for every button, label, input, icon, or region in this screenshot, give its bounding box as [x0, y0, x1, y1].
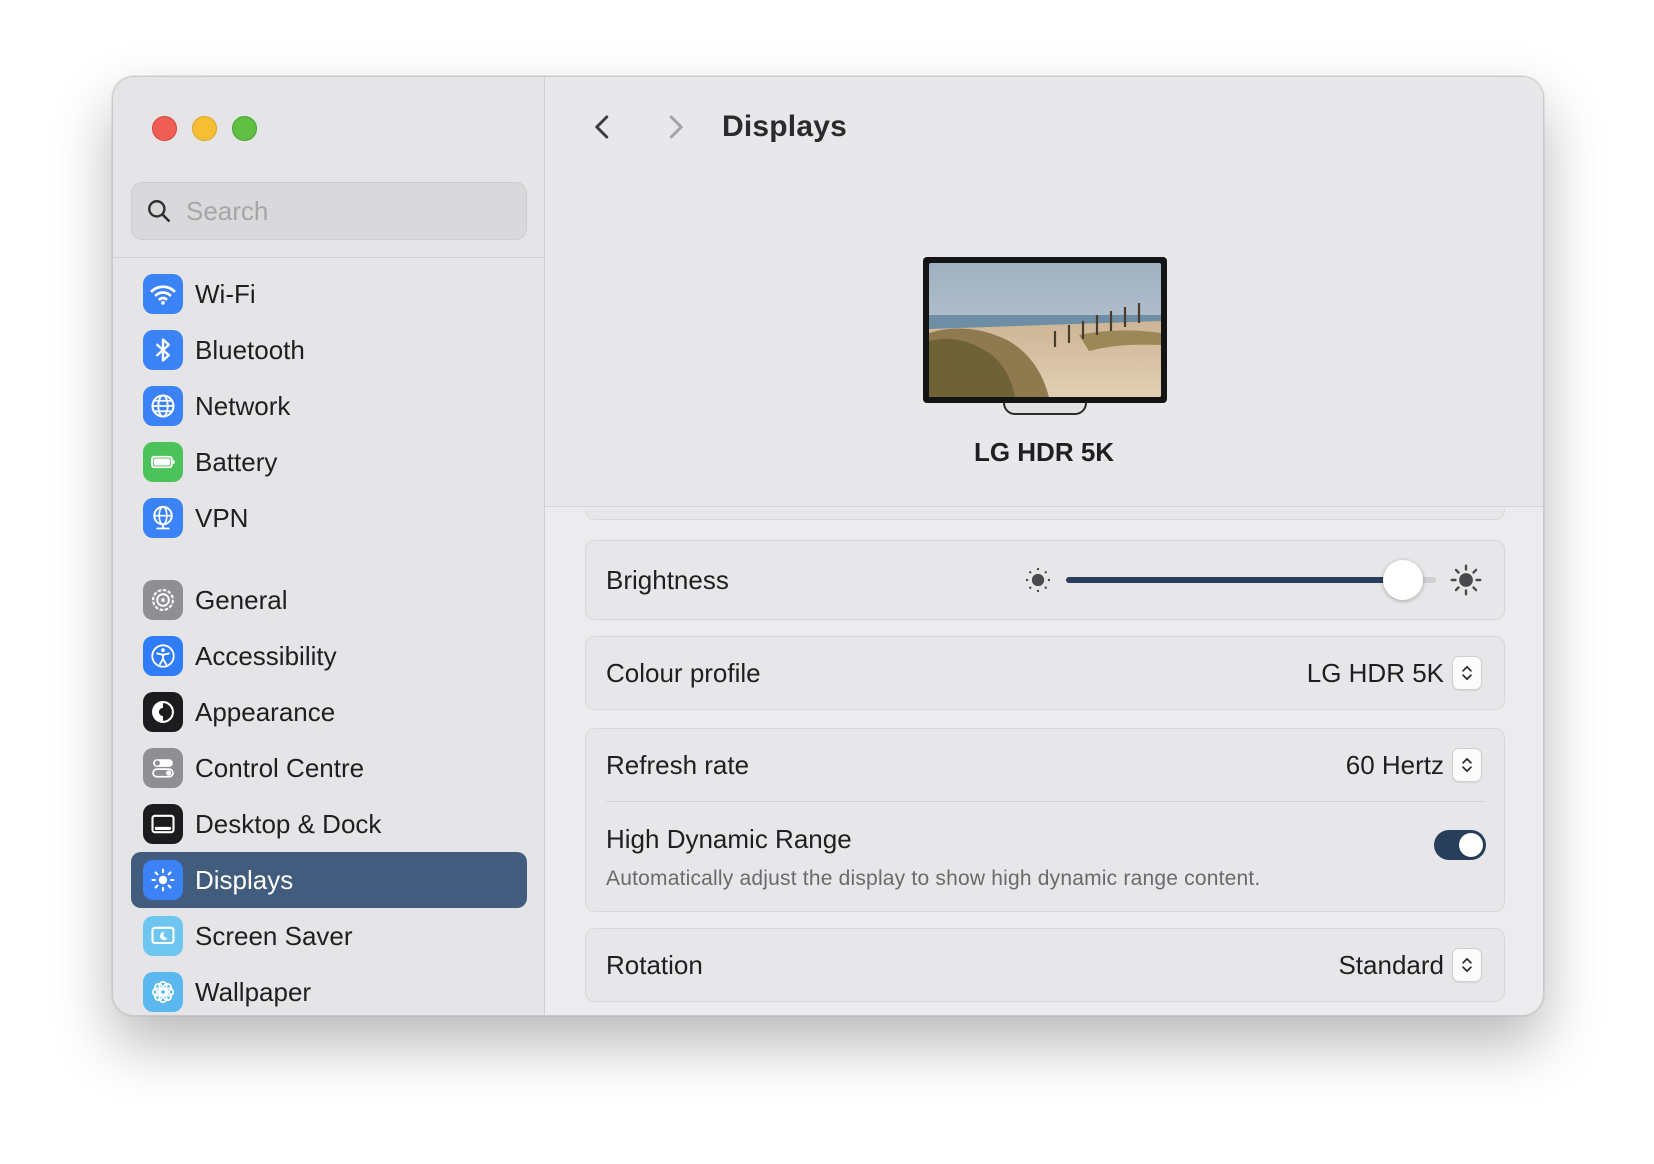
sidebar: Wi-Fi Bluetooth Network Battery — [113, 77, 545, 1015]
sidebar-item-general[interactable]: General — [131, 572, 527, 628]
back-button[interactable] — [587, 111, 619, 143]
close-window-button[interactable] — [152, 116, 177, 141]
sidebar-item-appearance[interactable]: Appearance — [131, 684, 527, 740]
sidebar-item-label: Desktop & Dock — [195, 808, 382, 839]
gear-icon — [143, 580, 183, 620]
displays-header: Displays LG HDR 5K — [545, 77, 1543, 507]
chevron-left-icon — [595, 115, 609, 139]
globe-icon — [143, 386, 183, 426]
refresh-rate-value: 60 Hertz — [1345, 749, 1444, 780]
search-icon — [148, 200, 171, 223]
colour-profile-label: Colour profile — [606, 657, 761, 688]
sun-icon — [143, 860, 183, 900]
brightness-card: Brightness — [585, 540, 1505, 620]
sidebar-item-label: Battery — [195, 446, 278, 477]
chevron-right-icon — [669, 115, 683, 139]
sidebar-item-label: Wi-Fi — [195, 278, 256, 309]
refresh-hdr-card: Refresh rate 60 Hertz High Dynamic Range… — [585, 728, 1505, 912]
toggles-icon — [143, 748, 183, 788]
hdr-row: High Dynamic Range Automatically adjust … — [586, 802, 1504, 911]
sidebar-item-label: Wallpaper — [195, 976, 312, 1007]
rotation-label: Rotation — [606, 949, 703, 980]
bluetooth-icon — [143, 330, 183, 370]
sidebar-item-wifi[interactable]: Wi-Fi — [131, 266, 527, 322]
sun-dim-icon — [1025, 567, 1051, 593]
flower-icon — [143, 972, 183, 1012]
settings-list[interactable]: Brightness Colour profile LG HDR 5K Refr… — [545, 508, 1543, 1015]
zoom-window-button[interactable] — [232, 116, 257, 141]
rotation-popup[interactable]: Standard — [1338, 948, 1482, 982]
sidebar-item-label: Displays — [195, 864, 294, 895]
minimize-window-button[interactable] — [192, 116, 217, 141]
rotation-value: Standard — [1338, 949, 1444, 980]
sidebar-item-label: Screen Saver — [195, 920, 353, 951]
colour-profile-popup[interactable]: LG HDR 5K — [1307, 656, 1482, 690]
wallpaper-preview — [929, 263, 1161, 397]
toggle-knob — [1459, 833, 1483, 857]
wifi-icon — [143, 274, 183, 314]
sidebar-nav: Wi-Fi Bluetooth Network Battery VPN Gene… — [131, 266, 527, 1015]
vpn-globe-icon — [143, 498, 183, 538]
up-down-chevron-icon — [1452, 748, 1482, 782]
sun-bright-icon — [1450, 564, 1482, 596]
brightness-slider[interactable] — [1022, 560, 1484, 600]
card-edge — [585, 508, 1505, 520]
colour-profile-row: Colour profile LG HDR 5K — [586, 637, 1504, 709]
sidebar-item-screen-saver[interactable]: Screen Saver — [131, 908, 527, 964]
sidebar-item-label: Appearance — [195, 696, 336, 727]
main-pane: Displays LG HDR 5K Brightness Colour pro… — [545, 77, 1543, 1015]
sidebar-divider — [113, 257, 544, 258]
refresh-rate-popup[interactable]: 60 Hertz — [1346, 748, 1482, 782]
search-box[interactable] — [131, 182, 527, 240]
sidebar-item-bluetooth[interactable]: Bluetooth — [131, 322, 527, 378]
search-input[interactable] — [186, 195, 506, 227]
dock-icon — [143, 804, 183, 844]
sidebar-item-network[interactable]: Network — [131, 378, 527, 434]
appearance-icon — [143, 692, 183, 732]
window-controls — [152, 116, 257, 141]
rotation-row: Rotation Standard — [586, 929, 1504, 1001]
sidebar-item-displays[interactable]: Displays — [131, 852, 527, 908]
sidebar-item-desktop-dock[interactable]: Desktop & Dock — [131, 796, 527, 852]
sidebar-item-wallpaper[interactable]: Wallpaper — [131, 964, 527, 1015]
page-title: Displays — [722, 110, 847, 143]
slider-thumb[interactable] — [1382, 560, 1423, 600]
brightness-row: Brightness — [586, 541, 1504, 619]
brightness-label: Brightness — [606, 564, 729, 595]
sidebar-item-vpn[interactable]: VPN — [131, 490, 527, 546]
history-nav — [587, 111, 691, 143]
slider-track[interactable] — [1066, 560, 1436, 600]
sidebar-item-label: Accessibility — [195, 640, 337, 671]
sidebar-item-battery[interactable]: Battery — [131, 434, 527, 490]
settings-window: Wi-Fi Bluetooth Network Battery — [112, 76, 1544, 1016]
hdr-label: High Dynamic Range — [606, 824, 852, 854]
hdr-toggle[interactable] — [1434, 830, 1486, 860]
display-thumbnail[interactable] — [923, 257, 1167, 415]
sidebar-item-label: General — [195, 584, 288, 615]
slider-fill — [1066, 577, 1403, 583]
up-down-chevron-icon — [1452, 948, 1482, 982]
rotation-card: Rotation Standard — [585, 928, 1505, 1002]
sidebar-item-label: Network — [195, 390, 291, 421]
battery-icon — [143, 442, 183, 482]
refresh-rate-label: Refresh rate — [606, 749, 750, 780]
refresh-rate-row: Refresh rate 60 Hertz — [586, 729, 1504, 801]
monitor-icon — [923, 257, 1167, 403]
sidebar-item-label: Bluetooth — [195, 334, 305, 365]
up-down-chevron-icon — [1452, 656, 1482, 690]
colour-profile-card: Colour profile LG HDR 5K — [585, 636, 1505, 710]
hdr-description: Automatically adjust the display to show… — [606, 867, 1261, 890]
sidebar-item-control-centre[interactable]: Control Centre — [131, 740, 527, 796]
display-name: LG HDR 5K — [973, 437, 1115, 467]
sidebar-item-accessibility[interactable]: Accessibility — [131, 628, 527, 684]
monitor-stand — [1003, 403, 1087, 415]
forward-button[interactable] — [659, 111, 691, 143]
sidebar-item-label: VPN — [195, 502, 249, 533]
accessibility-icon — [143, 636, 183, 676]
colour-profile-value: LG HDR 5K — [1306, 657, 1444, 688]
sidebar-item-label: Control Centre — [195, 752, 365, 783]
screen-saver-icon — [143, 916, 183, 956]
